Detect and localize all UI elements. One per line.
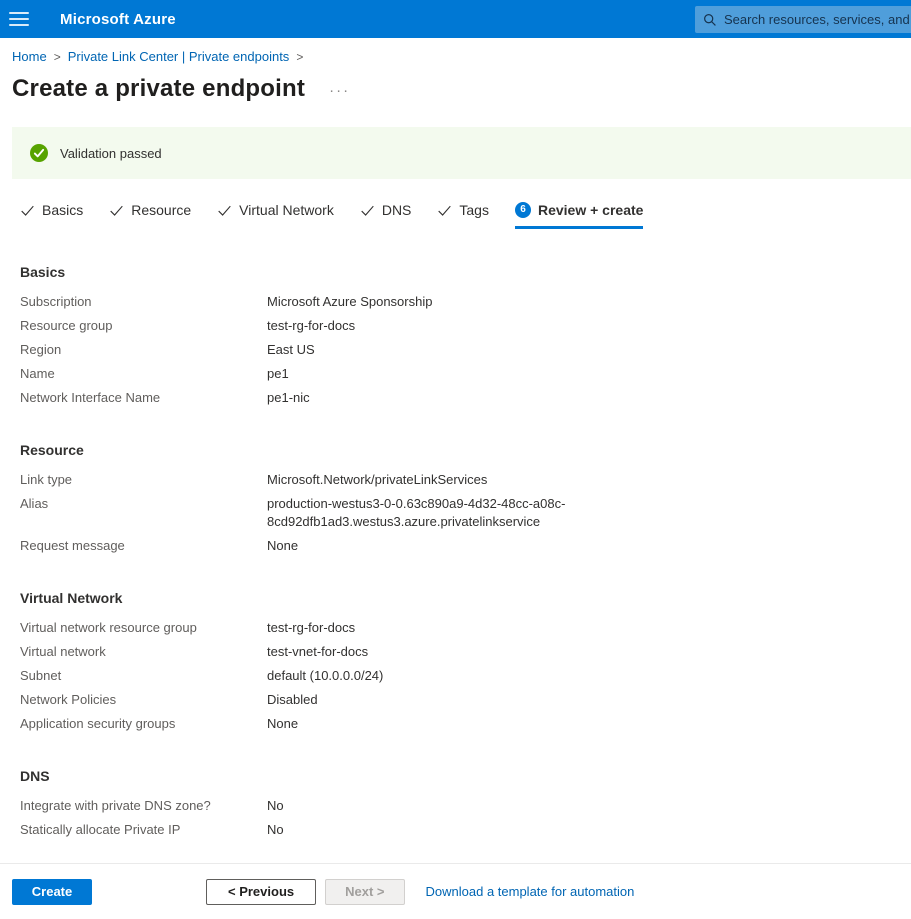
tab-label: Tags	[459, 202, 489, 218]
review-row: Network Policies Disabled	[20, 688, 911, 712]
row-label: Request message	[20, 537, 267, 555]
app-title[interactable]: Microsoft Azure	[60, 11, 176, 28]
row-label: Network Interface Name	[20, 389, 267, 407]
validation-banner: Validation passed	[12, 127, 911, 179]
row-value: Microsoft Azure Sponsorship	[267, 293, 432, 311]
tab-dns[interactable]: DNS	[360, 202, 412, 229]
row-label: Region	[20, 341, 267, 359]
breadcrumb-home-link[interactable]: Home	[12, 49, 47, 65]
hamburger-menu-icon[interactable]	[9, 12, 29, 26]
success-check-icon	[30, 144, 48, 162]
row-value: Disabled	[267, 691, 318, 709]
tab-review-create[interactable]: 6 Review + create	[515, 202, 643, 229]
checkmark-icon	[360, 203, 375, 218]
row-value: production-westus3-0-0.63c890a9-4d32-48c…	[267, 495, 579, 531]
footer-action-bar: Create < Previous Next > Download a temp…	[0, 863, 911, 919]
review-row: Link type Microsoft.Network/privateLinkS…	[20, 468, 911, 492]
row-value: Microsoft.Network/privateLinkServices	[267, 471, 487, 489]
global-search[interactable]	[695, 6, 911, 33]
tab-label: Basics	[42, 202, 83, 218]
review-row: Region East US	[20, 338, 911, 362]
row-value: East US	[267, 341, 315, 359]
breadcrumb-private-link-center-link[interactable]: Private Link Center | Private endpoints	[68, 49, 290, 65]
checkmark-icon	[217, 203, 232, 218]
section-heading: Basics	[20, 264, 911, 280]
more-options-button[interactable]: ···	[329, 82, 350, 96]
row-label: Network Policies	[20, 691, 267, 709]
section-resource: Resource Link type Microsoft.Network/pri…	[20, 442, 911, 558]
checkmark-icon	[109, 203, 124, 218]
section-basics: Basics Subscription Microsoft Azure Spon…	[20, 264, 911, 410]
tab-virtual-network[interactable]: Virtual Network	[217, 202, 334, 229]
tab-label: DNS	[382, 202, 412, 218]
tab-label: Review + create	[538, 202, 643, 218]
tab-tags[interactable]: Tags	[437, 202, 489, 229]
row-label: Alias	[20, 495, 267, 531]
row-label: Link type	[20, 471, 267, 489]
breadcrumb-separator: >	[296, 49, 303, 65]
row-value: default (10.0.0.0/24)	[267, 667, 383, 685]
section-dns: DNS Integrate with private DNS zone? No …	[20, 768, 911, 842]
row-label: Subnet	[20, 667, 267, 685]
section-heading: Resource	[20, 442, 911, 458]
next-button[interactable]: Next >	[325, 879, 404, 905]
section-heading: Virtual Network	[20, 590, 911, 606]
checkmark-icon	[20, 203, 35, 218]
page-title: Create a private endpoint	[12, 75, 305, 103]
row-value: pe1-nic	[267, 389, 310, 407]
tab-list: Basics Resource Virtual Network DNS Tags…	[20, 202, 911, 229]
tab-resource[interactable]: Resource	[109, 202, 191, 229]
create-button[interactable]: Create	[12, 879, 92, 905]
breadcrumb: Home > Private Link Center | Private end…	[0, 38, 911, 65]
breadcrumb-separator: >	[54, 49, 61, 65]
row-value: None	[267, 537, 298, 555]
review-row: Resource group test-rg-for-docs	[20, 314, 911, 338]
review-row: Alias production-westus3-0-0.63c890a9-4d…	[20, 492, 911, 534]
tab-basics[interactable]: Basics	[20, 202, 83, 229]
review-row: Virtual network resource group test-rg-f…	[20, 616, 911, 640]
validation-message: Validation passed	[60, 146, 162, 161]
row-label: Name	[20, 365, 267, 383]
row-label: Statically allocate Private IP	[20, 821, 267, 839]
row-value: test-rg-for-docs	[267, 619, 355, 637]
row-label: Integrate with private DNS zone?	[20, 797, 267, 815]
row-value: pe1	[267, 365, 289, 383]
review-row: Network Interface Name pe1-nic	[20, 386, 911, 410]
section-heading: DNS	[20, 768, 911, 784]
row-value: No	[267, 821, 284, 839]
row-value: None	[267, 715, 298, 733]
search-input[interactable]	[724, 12, 911, 27]
tab-label: Virtual Network	[239, 202, 334, 218]
review-row: Statically allocate Private IP No	[20, 818, 911, 842]
row-label: Application security groups	[20, 715, 267, 733]
checkmark-icon	[437, 203, 452, 218]
review-row: Request message None	[20, 534, 911, 558]
row-value: test-rg-for-docs	[267, 317, 355, 335]
review-row: Integrate with private DNS zone? No	[20, 794, 911, 818]
row-value: test-vnet-for-docs	[267, 643, 368, 661]
top-bar: Microsoft Azure	[0, 0, 911, 38]
section-virtual-network: Virtual Network Virtual network resource…	[20, 590, 911, 736]
review-row: Application security groups None	[20, 712, 911, 736]
review-row: Name pe1	[20, 362, 911, 386]
review-content: Basics Subscription Microsoft Azure Spon…	[20, 264, 911, 842]
row-label: Subscription	[20, 293, 267, 311]
row-value: No	[267, 797, 284, 815]
row-label: Resource group	[20, 317, 267, 335]
review-row: Subnet default (10.0.0.0/24)	[20, 664, 911, 688]
search-icon	[703, 13, 717, 27]
download-template-link[interactable]: Download a template for automation	[426, 884, 635, 899]
tab-label: Resource	[131, 202, 191, 218]
review-row: Subscription Microsoft Azure Sponsorship	[20, 290, 911, 314]
row-label: Virtual network resource group	[20, 619, 267, 637]
previous-button[interactable]: < Previous	[206, 879, 316, 905]
step-number-badge: 6	[515, 202, 531, 218]
review-row: Virtual network test-vnet-for-docs	[20, 640, 911, 664]
row-label: Virtual network	[20, 643, 267, 661]
